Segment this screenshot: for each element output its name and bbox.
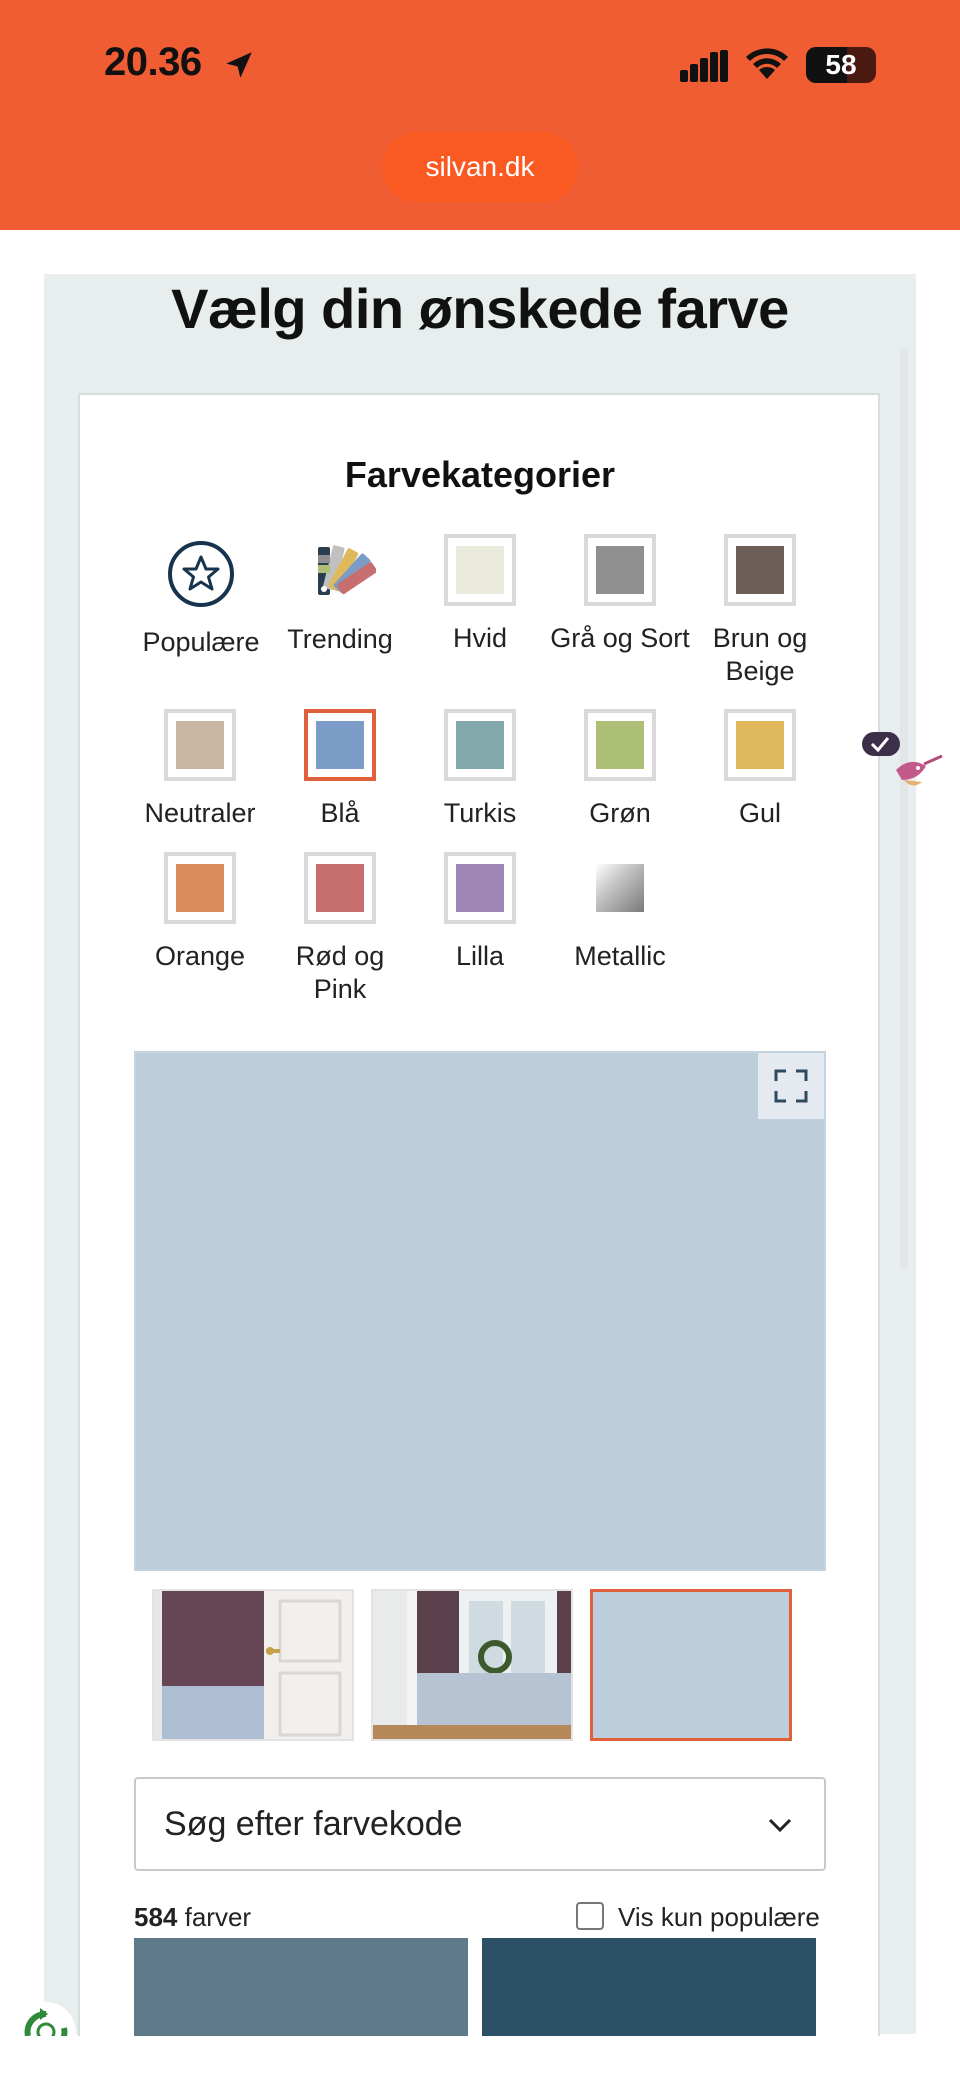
battery-indicator: 58 — [806, 47, 876, 83]
category-label: Rød og Pink — [295, 941, 385, 1004]
room-thumbnail-window[interactable] — [371, 1589, 573, 1741]
category-blaa[interactable]: Blå — [270, 709, 410, 830]
swatch-frame — [724, 534, 796, 606]
swatch — [736, 721, 784, 769]
swatch-frame — [444, 534, 516, 606]
swatch — [596, 721, 644, 769]
category-label: Grøn — [589, 798, 651, 828]
color-preview — [134, 1051, 826, 1571]
category-graa-og-sort[interactable]: Grå og Sort — [550, 534, 690, 655]
category-brun-og-beige[interactable]: Brun og Beige — [690, 534, 830, 688]
category-neutraler[interactable]: Neutraler — [130, 709, 270, 830]
color-result-tile[interactable] — [134, 1938, 468, 2036]
color-result-tile[interactable] — [482, 1938, 816, 2036]
room-door-image — [154, 1591, 352, 1739]
room-window-image — [373, 1591, 571, 1739]
category-label: Gul — [738, 798, 782, 828]
swatch — [736, 546, 784, 594]
popular-only-checkbox[interactable] — [576, 1902, 604, 1930]
room-thumbnail-door[interactable] — [152, 1589, 354, 1741]
color-count-suffix: farver — [177, 1902, 252, 1932]
category-label: Orange — [154, 941, 246, 971]
cellular-signal-icon — [680, 50, 728, 82]
swatch — [316, 721, 364, 769]
category-turkis[interactable]: Turkis — [410, 709, 550, 830]
swatch-frame — [724, 709, 796, 781]
category-label: Trending — [287, 624, 393, 654]
color-code-search[interactable]: Søg efter farvekode — [134, 1777, 826, 1871]
swatch-frame — [584, 709, 656, 781]
category-label: Grå og Sort — [550, 623, 690, 653]
category-lilla[interactable]: Lilla — [410, 852, 550, 973]
category-groen[interactable]: Grøn — [550, 709, 690, 830]
fan-deck-icon — [318, 545, 378, 595]
color-count-number: 584 — [134, 1902, 178, 1932]
category-label: Metallic — [574, 941, 666, 971]
swatch-frame — [304, 852, 376, 924]
swatch-frame-selected — [304, 709, 376, 781]
swatch-frame — [164, 852, 236, 924]
thumbnail-plain-swatch[interactable] — [590, 1589, 792, 1741]
category-hvid[interactable]: Hvid — [410, 534, 550, 655]
swatch — [176, 864, 224, 912]
page-title: Vælg din ønskede farve — [171, 277, 789, 340]
metallic-gradient-swatch — [596, 864, 644, 912]
category-label: Turkis — [443, 798, 517, 828]
swatch — [596, 546, 644, 594]
category-label: Brun og Beige — [712, 623, 808, 686]
category-label: Lilla — [455, 941, 505, 971]
category-populaere[interactable]: Populære — [131, 538, 271, 659]
category-gul[interactable]: Gul — [690, 709, 830, 830]
color-count: 584 farver — [134, 1902, 251, 1933]
swatch — [176, 721, 224, 769]
swatch — [456, 721, 504, 769]
swatch-frame — [164, 709, 236, 781]
categories-title: Farvekategorier — [344, 454, 616, 495]
swatch — [316, 864, 364, 912]
popular-only-label[interactable]: Vis kun populære — [618, 1902, 820, 1933]
swatch — [456, 864, 504, 912]
wifi-icon — [746, 48, 788, 79]
category-label: Blå — [320, 798, 360, 828]
url-bar[interactable]: silvan.dk — [382, 132, 578, 202]
swatch — [456, 546, 504, 594]
bird-chat-widget-icon[interactable] — [860, 720, 960, 810]
category-label: Populære — [142, 627, 260, 657]
search-placeholder: Søg efter farvekode — [164, 1805, 463, 1843]
category-label: Hvid — [452, 623, 507, 653]
swatch-frame — [444, 709, 516, 781]
status-time: 20.36 — [104, 40, 202, 84]
chevron-down-icon — [768, 1818, 792, 1833]
expand-icon — [774, 1069, 808, 1103]
location-arrow-icon — [226, 52, 252, 78]
category-trending[interactable]: Trending — [270, 535, 410, 656]
page-scrollbar[interactable] — [900, 350, 908, 1270]
category-orange[interactable]: Orange — [130, 852, 270, 973]
category-roed-og-pink[interactable]: Rød og Pink — [270, 852, 410, 1006]
category-label: Neutraler — [144, 798, 256, 828]
bottom-safe-area — [0, 2036, 960, 2081]
fullscreen-button[interactable] — [758, 1053, 824, 1119]
battery-percent: 58 — [825, 49, 857, 80]
swatch-frame — [444, 852, 516, 924]
star-icon — [168, 541, 234, 607]
category-metallic[interactable]: Metallic — [550, 852, 690, 973]
swatch-frame — [584, 534, 656, 606]
